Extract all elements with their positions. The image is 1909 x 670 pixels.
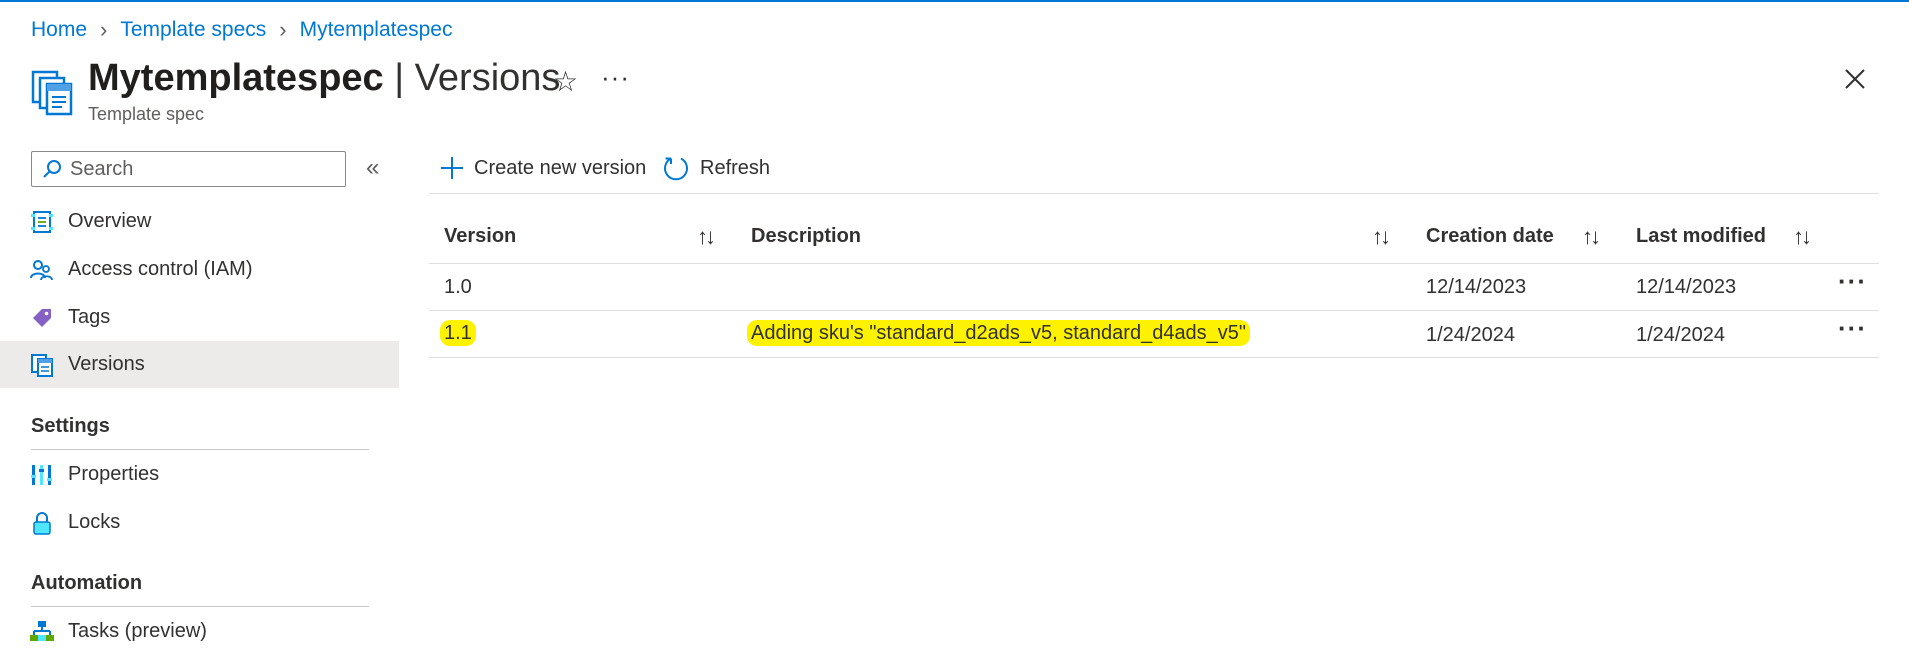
row-divider [429, 310, 1879, 311]
versions-icon [31, 354, 53, 377]
refresh-button[interactable]: Refresh [662, 150, 770, 186]
column-header-last-modified[interactable]: Last modified [1636, 225, 1766, 248]
sort-version-icon[interactable]: ↑↓ [697, 224, 716, 250]
lock-icon [33, 512, 51, 535]
sort-last-modified-icon[interactable]: ↑↓ [1793, 224, 1812, 250]
template-spec-icon [31, 70, 73, 116]
page-title-resource: Mytemplatespec [88, 57, 384, 99]
section-divider [31, 606, 369, 607]
create-new-version-button[interactable]: Create new version [440, 150, 646, 186]
close-icon[interactable] [1840, 64, 1870, 94]
cell-creation-date: 12/14/2023 [1426, 276, 1527, 298]
section-header-settings: Settings [31, 415, 110, 437]
chevron-right-icon: › [279, 17, 287, 42]
sidebar-item-locks[interactable]: Locks [0, 499, 399, 546]
breadcrumb-mytemplatespec[interactable]: Mytemplatespec [300, 18, 453, 42]
sort-creation-date-icon[interactable]: ↑↓ [1582, 224, 1601, 250]
sidebar-item-iam[interactable]: Access control (IAM) [0, 246, 399, 293]
collapse-sidebar-icon[interactable]: « [366, 154, 379, 182]
title-separator: | [394, 57, 415, 99]
cell-creation-date: 1/24/2024 [1426, 324, 1515, 346]
cell-description: Adding sku's "standard_d2ads_v5, standar… [747, 320, 1251, 346]
plus-icon [441, 157, 463, 179]
column-header-description[interactable]: Description [751, 225, 861, 248]
row-divider [429, 357, 1879, 358]
column-header-creation-date[interactable]: Creation date [1426, 225, 1554, 248]
column-header-version[interactable]: Version [444, 225, 516, 248]
sidebar-item-label: Tasks (preview) [68, 620, 207, 642]
properties-icon [31, 465, 52, 485]
sidebar-item-tags[interactable]: Tags [0, 294, 399, 341]
search-icon [43, 160, 61, 178]
cell-version[interactable]: 1.1 [440, 320, 476, 346]
iam-icon [30, 260, 53, 281]
row-more-options-icon[interactable]: ··· [1838, 266, 1867, 297]
sidebar-item-label: Versions [68, 353, 145, 375]
chevron-right-icon: › [100, 17, 108, 42]
sort-description-icon[interactable]: ↑↓ [1372, 224, 1391, 250]
sidebar-item-overview[interactable]: Overview [0, 198, 399, 245]
search-placeholder: Search [70, 157, 134, 180]
highlighted-description: Adding sku's "standard_d2ads_v5, standar… [747, 320, 1251, 346]
top-accent-line [0, 0, 1909, 2]
sidebar-item-tasks[interactable]: Tasks (preview) [0, 608, 399, 655]
breadcrumb-home[interactable]: Home [31, 18, 87, 42]
page-title-section: Versions [414, 57, 561, 99]
favorite-star-icon[interactable]: ☆ [553, 65, 578, 98]
breadcrumb: Home › Template specs › Mytemplatespec [31, 17, 453, 43]
sidebar-item-label: Properties [68, 463, 160, 485]
section-divider [31, 449, 369, 450]
sidebar-item-versions[interactable]: Versions [0, 341, 399, 388]
cell-version[interactable]: 1.0 [444, 276, 472, 299]
page-subtitle: Template spec [88, 104, 205, 124]
cell-last-modified: 1/24/2024 [1636, 324, 1725, 346]
toolbar-divider [429, 193, 1879, 194]
table-header-divider [429, 263, 1879, 264]
cell-last-modified: 12/14/2023 [1636, 276, 1737, 298]
row-more-options-icon[interactable]: ··· [1838, 313, 1867, 344]
more-options-icon[interactable]: ··· [601, 62, 630, 93]
breadcrumb-template-specs[interactable]: Template specs [120, 18, 266, 42]
refresh-icon [664, 157, 688, 181]
sidebar-item-properties[interactable]: Properties [0, 451, 399, 498]
sidebar-search-input[interactable]: Search [31, 151, 346, 187]
sidebar-item-label: Locks [68, 511, 121, 533]
tag-icon [33, 309, 51, 327]
sidebar-item-label: Overview [68, 210, 152, 232]
highlighted-version: 1.1 [440, 320, 476, 346]
overview-icon [31, 211, 53, 233]
refresh-label: Refresh [700, 156, 771, 179]
create-new-version-label: Create new version [474, 156, 647, 179]
tasks-icon [30, 621, 54, 641]
sidebar-item-label: Tags [68, 306, 111, 328]
page-title: Mytemplatespec | Versions [88, 57, 560, 100]
sidebar-item-label: Access control (IAM) [68, 258, 253, 280]
section-header-automation: Automation [31, 572, 143, 594]
